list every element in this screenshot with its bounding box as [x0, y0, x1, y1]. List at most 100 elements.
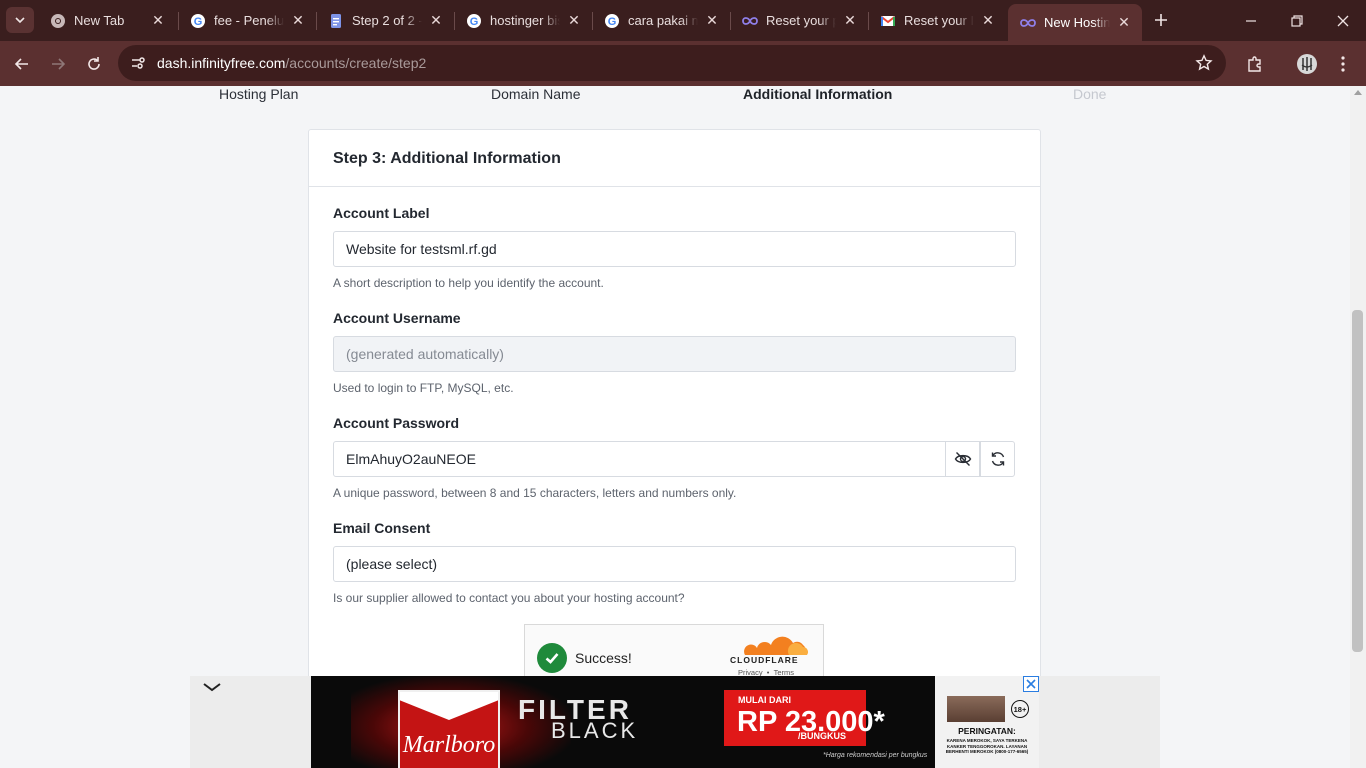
new-tab-button[interactable] — [1150, 9, 1172, 31]
account-password-input[interactable]: ElmAhuyO2auNEOE — [333, 441, 946, 477]
reload-button[interactable] — [79, 49, 109, 79]
password-input-group: ElmAhuyO2auNEOE — [333, 441, 1016, 477]
reload-icon — [88, 57, 100, 70]
account-password-label: Account Password — [333, 415, 460, 431]
account-label-value: Website for testsml.rf.gd — [346, 241, 497, 257]
tab-new-tab[interactable]: New Tab ✕ — [38, 0, 176, 41]
ad-price-box: MULAI DARI RP 23.000* /BUNGKUS — [724, 690, 885, 746]
refresh-icon — [991, 452, 1004, 466]
address-bar[interactable]: dash.infinityfree.com/accounts/create/st… — [118, 45, 1226, 81]
account-password-help: A unique password, between 8 and 15 char… — [333, 486, 737, 500]
close-icon[interactable]: ✕ — [1116, 14, 1132, 31]
close-icon[interactable]: ✕ — [980, 12, 996, 29]
url-text[interactable]: dash.infinityfree.com/accounts/create/st… — [157, 55, 426, 71]
scroll-up-arrow-icon[interactable] — [1354, 90, 1362, 95]
cigarette-pack-image: Marlboro — [398, 690, 500, 768]
url-host: dash.infinityfree.com — [157, 55, 286, 71]
tab-search-button[interactable] — [6, 7, 34, 33]
close-icon[interactable]: ✕ — [428, 12, 444, 29]
account-form-card: Step 3: Additional Information Account L… — [308, 129, 1041, 749]
tab-reset-gmail[interactable]: Reset your In ✕ — [868, 0, 1006, 41]
browser-menu-button[interactable] — [1328, 49, 1358, 79]
eye-off-icon — [954, 452, 971, 466]
card-title: Step 3: Additional Information — [333, 150, 561, 167]
cloudflare-brand: CLOUDFLARE — [730, 655, 799, 665]
minimize-icon — [1246, 19, 1256, 22]
account-label-help: A short description to help you identify… — [333, 276, 604, 290]
card-header: Step 3: Additional Information — [309, 130, 1040, 187]
tab-reset-password[interactable]: Reset your p ✕ — [730, 0, 868, 41]
ad-close-button[interactable] — [1023, 676, 1039, 692]
email-consent-label: Email Consent — [333, 520, 431, 536]
close-icon[interactable]: ✕ — [150, 12, 166, 29]
tab-title: New Hosting — [1044, 15, 1110, 30]
cloudflare-turnstile-widget[interactable]: Success! CLOUDFLARE Privacy • Terms — [524, 624, 824, 682]
svg-text:G: G — [470, 16, 479, 28]
tab-cara-pakai[interactable]: G cara pakai m ✕ — [592, 0, 730, 41]
extensions-button[interactable] — [1240, 49, 1270, 79]
minimize-button[interactable] — [1228, 0, 1274, 41]
forms-icon — [328, 13, 344, 29]
chevron-down-icon — [203, 683, 221, 692]
google-icon: G — [604, 13, 620, 29]
chrome-icon — [50, 13, 66, 29]
account-label-input[interactable]: Website for testsml.rf.gd — [333, 231, 1016, 267]
step-done: Done — [1073, 86, 1107, 102]
restore-button[interactable] — [1274, 0, 1320, 41]
page-scrollbar[interactable] — [1350, 86, 1366, 768]
tab-strip: New Tab ✕ G fee - Penelusuran Google ✕ S… — [0, 0, 1366, 41]
ad-product-line2: BLACK — [551, 718, 639, 743]
advertisement-banner[interactable]: Marlboro FILTER BLACK MULAI DARI RP 23.0… — [311, 676, 1039, 768]
email-consent-help: Is our supplier allowed to contact you a… — [333, 591, 685, 605]
infinity-icon — [742, 13, 758, 29]
close-icon[interactable]: ✕ — [566, 12, 582, 29]
tab-new-hosting[interactable]: New Hosting ✕ — [1008, 4, 1142, 41]
close-icon[interactable]: ✕ — [842, 12, 858, 29]
warning-text: KARENA MEROKOK, SAYA TERKENA KANKER TENG… — [945, 738, 1029, 754]
arrow-right-icon — [52, 58, 66, 70]
ad-price-prefix: MULAI DARI — [738, 695, 791, 705]
scrollbar-thumb[interactable] — [1352, 310, 1363, 652]
close-window-button[interactable] — [1320, 0, 1366, 41]
avatar-icon — [1297, 54, 1317, 74]
account-username-help: Used to login to FTP, MySQL, etc. — [333, 381, 514, 395]
arrow-left-icon — [14, 58, 28, 70]
tab-title: fee - Penelusuran Google — [214, 13, 284, 28]
step-hosting-plan[interactable]: Hosting Plan — [219, 86, 298, 102]
regenerate-password-button[interactable] — [980, 441, 1015, 477]
tab-hostinger-bisnis[interactable]: G hostinger bisnis ✕ — [454, 0, 592, 41]
warning-title: PERINGATAN: — [958, 726, 1016, 736]
close-icon — [1337, 15, 1349, 26]
tab-step-2[interactable]: Step 2 of 2 - ✕ — [316, 0, 454, 41]
sticky-ad-container: Marlboro FILTER BLACK MULAI DARI RP 23.0… — [190, 676, 1160, 768]
wizard-steps: Hosting Plan Domain Name Additional Info… — [0, 86, 1350, 108]
forward-button[interactable] — [43, 49, 73, 79]
step-domain-name[interactable]: Domain Name — [491, 86, 580, 102]
tab-title: Reset your In — [904, 13, 974, 28]
health-warning-image — [947, 696, 1005, 722]
account-username-placeholder: (generated automatically) — [346, 346, 504, 362]
toggle-password-visibility-button[interactable] — [945, 441, 980, 477]
gmail-icon — [880, 13, 896, 29]
account-username-input: (generated automatically) — [333, 336, 1016, 372]
google-icon: G — [466, 13, 482, 29]
close-icon[interactable]: ✕ — [290, 12, 306, 29]
site-info-icon[interactable] — [126, 51, 150, 75]
svg-text:G: G — [194, 16, 203, 28]
close-icon[interactable]: ✕ — [704, 12, 720, 29]
ad-collapse-button[interactable] — [200, 679, 224, 695]
more-vertical-icon — [1341, 56, 1345, 72]
tab-title: Step 2 of 2 - — [352, 13, 422, 28]
puzzle-icon — [1248, 56, 1261, 72]
tab-google-search-fee[interactable]: G fee - Penelusuran Google ✕ — [178, 0, 316, 41]
plus-icon — [1155, 14, 1167, 26]
tab-title: cara pakai m — [628, 13, 698, 28]
star-icon — [1195, 54, 1213, 71]
svg-text:G: G — [608, 16, 617, 28]
profile-avatar[interactable] — [1292, 49, 1322, 79]
account-password-value: ElmAhuyO2auNEOE — [346, 451, 476, 467]
chevron-down-icon — [15, 17, 25, 24]
back-button[interactable] — [7, 49, 37, 79]
email-consent-select[interactable]: (please select) — [333, 546, 1016, 582]
bookmark-star-button[interactable] — [1192, 51, 1216, 75]
